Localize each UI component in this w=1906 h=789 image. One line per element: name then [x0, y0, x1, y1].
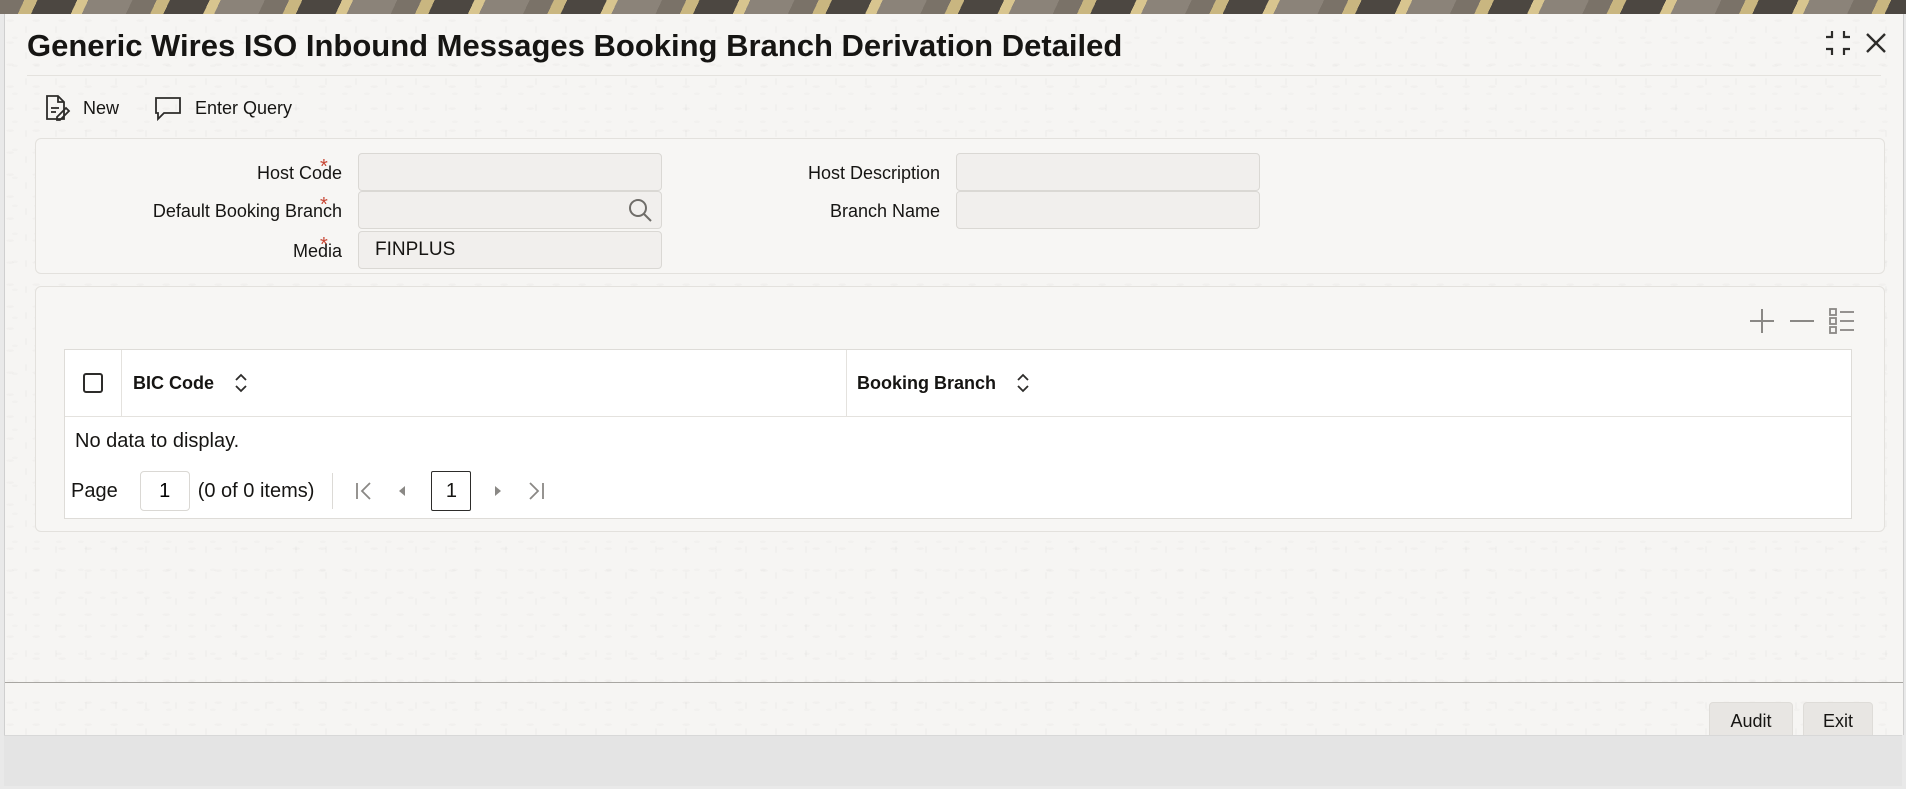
- bic-grid-panel: BIC Code Booking Branch No data to displ…: [35, 286, 1885, 532]
- media-field: FINPLUS: [358, 231, 662, 269]
- select-all-cell: [65, 350, 122, 416]
- default-booking-branch-input[interactable]: [358, 191, 662, 229]
- sort-icon[interactable]: [1014, 372, 1032, 394]
- top-banner-strip: [0, 0, 1906, 14]
- required-marker: *: [320, 156, 328, 178]
- title-divider: [27, 75, 1881, 76]
- new-document-icon: [46, 95, 71, 121]
- status-area: [4, 735, 1902, 786]
- default-booking-branch-label: Default Booking Branch: [152, 201, 342, 221]
- new-button[interactable]: New: [41, 93, 119, 123]
- detail-window: Generic Wires ISO Inbound Messages Booki…: [4, 14, 1904, 740]
- header-fields-panel: Host Code * Default Booking Branch * Med…: [35, 138, 1885, 274]
- new-button-label: New: [83, 97, 120, 118]
- page-label: Page: [71, 479, 118, 502]
- toolbar: New Enter Query: [41, 92, 326, 124]
- minus-icon[interactable]: [1786, 305, 1818, 337]
- bic-booking-table: BIC Code Booking Branch No data to displ…: [64, 349, 1852, 519]
- select-all-checkbox[interactable]: [83, 373, 103, 393]
- table-header: BIC Code Booking Branch: [65, 350, 1851, 417]
- items-summary: (0 of 0 items): [197, 479, 315, 502]
- search-icon[interactable]: [626, 196, 654, 224]
- pagination-bar: Page (0 of 0 items) 1: [71, 470, 559, 512]
- sort-icon[interactable]: [232, 372, 250, 394]
- current-page-button[interactable]: 1: [431, 471, 472, 511]
- host-code-label: Host Code: [256, 163, 342, 183]
- required-marker: *: [320, 194, 328, 216]
- column-header-label: Booking Branch: [857, 372, 997, 393]
- column-header-booking-branch[interactable]: Booking Branch: [847, 350, 1032, 416]
- host-code-input[interactable]: [358, 153, 662, 191]
- grid-toolbar: [1738, 305, 1858, 337]
- close-icon[interactable]: [1859, 26, 1893, 60]
- page-title: Generic Wires ISO Inbound Messages Booki…: [27, 28, 1123, 63]
- column-header-bic-code[interactable]: BIC Code: [121, 350, 847, 416]
- branch-name-input[interactable]: [956, 191, 1260, 229]
- pager-divider: [332, 473, 334, 509]
- last-page-icon[interactable]: [521, 476, 551, 506]
- list-view-icon[interactable]: [1826, 305, 1858, 337]
- previous-page-icon[interactable]: [387, 476, 417, 506]
- branch-name-label: Branch Name: [829, 201, 940, 221]
- media-label: Media: [292, 241, 342, 261]
- column-header-label: BIC Code: [133, 372, 214, 393]
- first-page-icon[interactable]: [349, 476, 379, 506]
- empty-table-message: No data to display.: [75, 430, 240, 452]
- collapse-icon[interactable]: [1821, 26, 1855, 60]
- host-description-input[interactable]: [956, 153, 1260, 191]
- required-marker: *: [320, 234, 328, 256]
- enter-query-button-label: Enter Query: [195, 97, 293, 118]
- footer-divider: [5, 682, 1903, 683]
- host-description-label: Host Description: [807, 163, 940, 183]
- enter-query-button[interactable]: Enter Query: [153, 93, 292, 123]
- speech-bubble-icon: [155, 97, 181, 122]
- next-page-icon[interactable]: [483, 476, 513, 506]
- page-number-input[interactable]: [139, 471, 190, 511]
- plus-icon[interactable]: [1746, 305, 1778, 337]
